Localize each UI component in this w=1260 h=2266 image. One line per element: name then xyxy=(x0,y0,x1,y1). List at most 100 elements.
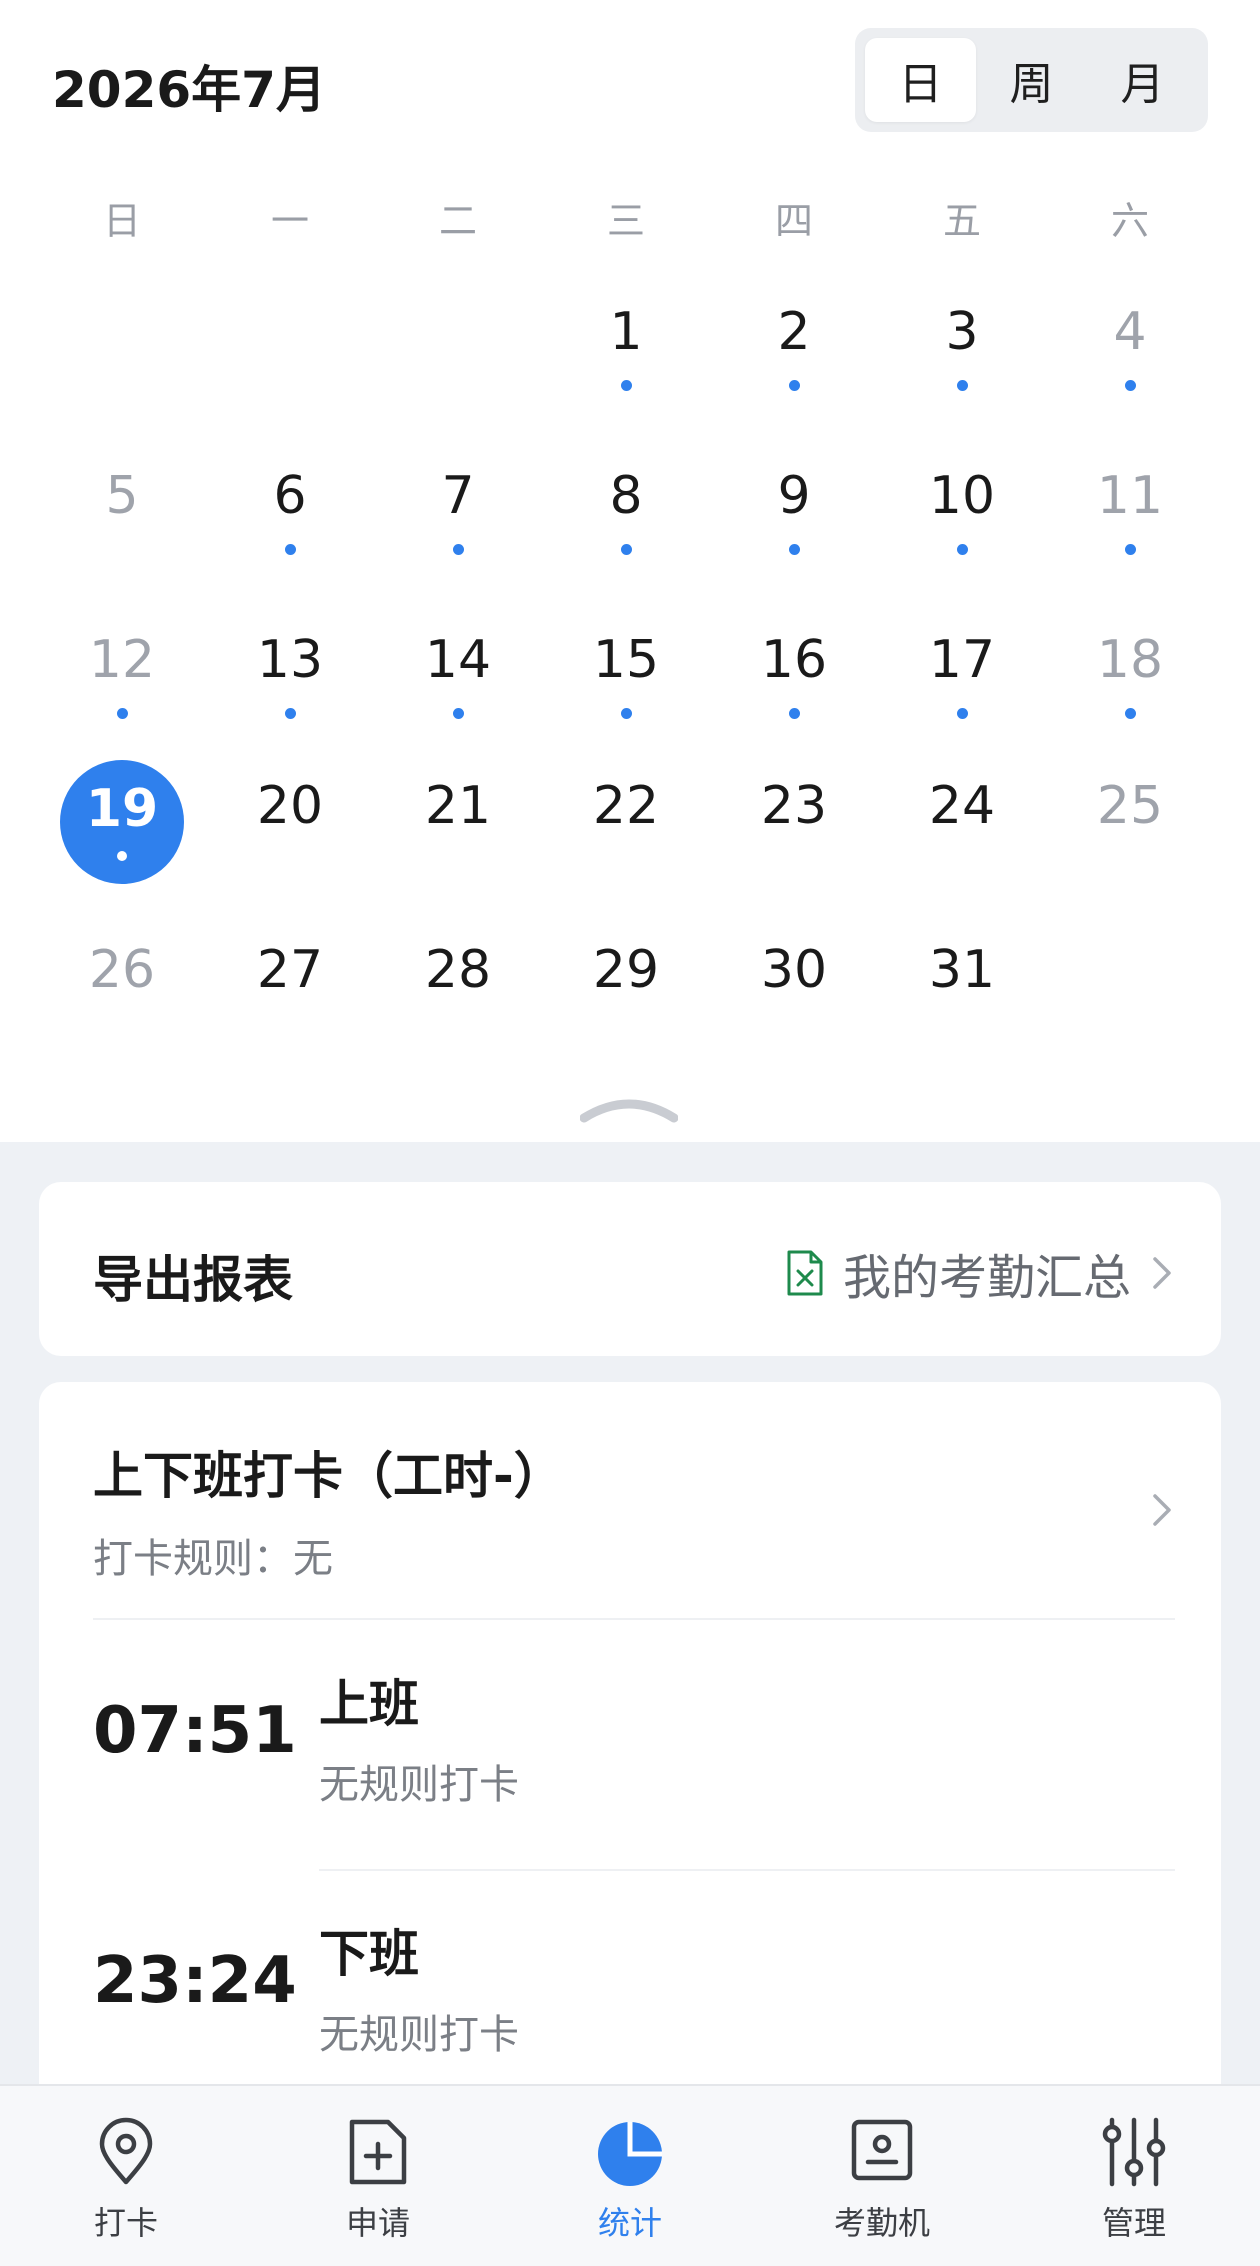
tab-label: 申请 xyxy=(345,2204,410,2242)
calendar-day[interactable]: 14 xyxy=(388,606,528,746)
attendance-title: 上下班打卡（工时-） xyxy=(93,1447,564,1505)
day-number: 23 xyxy=(760,775,828,836)
calendar-day[interactable]: 3 xyxy=(892,278,1032,418)
day-number: 4 xyxy=(1113,301,1147,362)
attendance-header[interactable]: 上下班打卡（工时-） 打卡规则：无 xyxy=(93,1436,1175,1616)
calendar-day[interactable]: 12 xyxy=(52,606,192,746)
weekday-label: 二 xyxy=(438,199,477,243)
calendar-day[interactable]: 6 xyxy=(220,442,360,582)
calendar-day-selected[interactable]: 19 xyxy=(60,760,184,884)
calendar-day[interactable]: 17 xyxy=(892,606,1032,746)
attendance-dot xyxy=(284,543,296,555)
calendar-day[interactable]: 26 xyxy=(52,916,192,1056)
location-pin-icon xyxy=(99,2117,153,2185)
pie-chart-icon xyxy=(598,2122,662,2186)
add-document-icon xyxy=(349,2119,407,2185)
day-number: 16 xyxy=(760,629,828,690)
calendar-day[interactable]: 9 xyxy=(724,442,864,582)
attendance-dot xyxy=(117,1018,128,1029)
attendance-dot xyxy=(788,379,800,391)
divider xyxy=(93,1618,1175,1620)
calendar-day[interactable]: 18 xyxy=(1060,606,1200,746)
attendance-dot xyxy=(285,1018,296,1029)
calendar-day[interactable]: 21 xyxy=(388,752,528,892)
calendar-day[interactable]: 13 xyxy=(220,606,360,746)
my-attendance-summary-link[interactable]: 我的考勤汇总 xyxy=(785,1238,1175,1308)
weekday-label: 六 xyxy=(1110,199,1149,243)
calendar-day[interactable]: 4 xyxy=(1060,278,1200,418)
calendar-day[interactable]: 5 xyxy=(52,442,192,582)
tab-attendance-machine[interactable]: 考勤机 xyxy=(782,2116,982,2256)
tab-clock-in[interactable]: 打卡 xyxy=(26,2116,226,2256)
calendar-day[interactable]: 1 xyxy=(556,278,696,418)
attendance-dot xyxy=(117,851,127,861)
export-report-card[interactable]: 导出报表 我的考勤汇总 xyxy=(39,1182,1221,1356)
day-number: 3 xyxy=(945,301,979,362)
tab-manage[interactable]: 管理 xyxy=(1034,2116,1234,2256)
day-number: 10 xyxy=(928,465,996,526)
weekday-label: 一 xyxy=(270,199,309,243)
attendance-dot xyxy=(284,707,296,719)
day-number: 1 xyxy=(609,301,643,362)
attendance-dot xyxy=(789,854,800,865)
calendar-day[interactable]: 30 xyxy=(724,916,864,1056)
calendar-day[interactable]: 29 xyxy=(556,916,696,1056)
day-number: 18 xyxy=(1096,629,1164,690)
day-number: 15 xyxy=(592,629,660,690)
day-number: 29 xyxy=(592,939,660,1000)
weekday-label: 五 xyxy=(942,199,981,243)
divider xyxy=(319,1869,1175,1871)
calendar-day[interactable]: 27 xyxy=(220,916,360,1056)
view-month-button[interactable]: 月 xyxy=(1087,38,1198,122)
calendar-day[interactable]: 28 xyxy=(388,916,528,1056)
view-day-button[interactable]: 日 xyxy=(865,38,976,122)
record-time: 23:24 xyxy=(93,1944,297,2018)
day-number: 6 xyxy=(273,465,307,526)
day-number: 5 xyxy=(105,465,139,526)
attendance-dot xyxy=(453,854,464,865)
chevron-right-icon xyxy=(1153,1257,1171,1289)
attendance-dot xyxy=(788,543,800,555)
calendar-day[interactable]: 31 xyxy=(892,916,1032,1056)
day-number: 31 xyxy=(928,939,996,1000)
weekday-label: 四 xyxy=(774,199,813,243)
calendar-day[interactable]: 2 xyxy=(724,278,864,418)
attendance-rule: 打卡规则：无 xyxy=(93,1536,333,1582)
calendar-day[interactable]: 10 xyxy=(892,442,1032,582)
attendance-dot xyxy=(788,707,800,719)
tab-statistics[interactable]: 统计 xyxy=(530,2116,730,2256)
day-number: 27 xyxy=(256,939,324,1000)
attendance-dot xyxy=(453,1018,464,1029)
month-title[interactable]: 2026年7月 xyxy=(52,50,326,122)
tab-apply[interactable]: 申请 xyxy=(278,2116,478,2256)
attendance-dot xyxy=(956,543,968,555)
clock-in-record[interactable]: 07:51 上班 无规则打卡 xyxy=(93,1622,1175,1842)
calendar-day[interactable]: 23 xyxy=(724,752,864,892)
tab-label: 管理 xyxy=(1101,2204,1166,2242)
calendar-day[interactable]: 11 xyxy=(1060,442,1200,582)
calendar-day[interactable]: 24 xyxy=(892,752,1032,892)
day-number: 26 xyxy=(88,939,156,1000)
record-status: 无规则打卡 xyxy=(319,2012,519,2058)
collapse-handle-icon[interactable] xyxy=(580,1094,678,1124)
calendar-day[interactable]: 16 xyxy=(724,606,864,746)
calendar-day[interactable]: 20 xyxy=(220,752,360,892)
clock-out-record[interactable]: 23:24 下班 无规则打卡 xyxy=(93,1872,1175,2092)
attendance-dot xyxy=(620,543,632,555)
calendar-day[interactable]: 22 xyxy=(556,752,696,892)
day-number: 28 xyxy=(424,939,492,1000)
day-number: 21 xyxy=(424,775,492,836)
calendar-day[interactable]: 25 xyxy=(1060,752,1200,892)
view-week-button[interactable]: 周 xyxy=(976,38,1087,122)
day-number: 22 xyxy=(592,775,660,836)
attendance-dot xyxy=(1124,543,1136,555)
day-number: 2 xyxy=(777,301,811,362)
day-number: 17 xyxy=(928,629,996,690)
calendar-day[interactable]: 8 xyxy=(556,442,696,582)
calendar-panel: 2026年7月 日 周 月 日一二三四五六 1 2 3 4 5 6 7 8 9 10 11 12 13 1… xyxy=(0,0,1260,1142)
attendance-dot xyxy=(621,854,632,865)
day-number: 8 xyxy=(609,465,643,526)
weekday-header: 日一二三四五六 xyxy=(0,190,1260,260)
calendar-day[interactable]: 15 xyxy=(556,606,696,746)
calendar-day[interactable]: 7 xyxy=(388,442,528,582)
